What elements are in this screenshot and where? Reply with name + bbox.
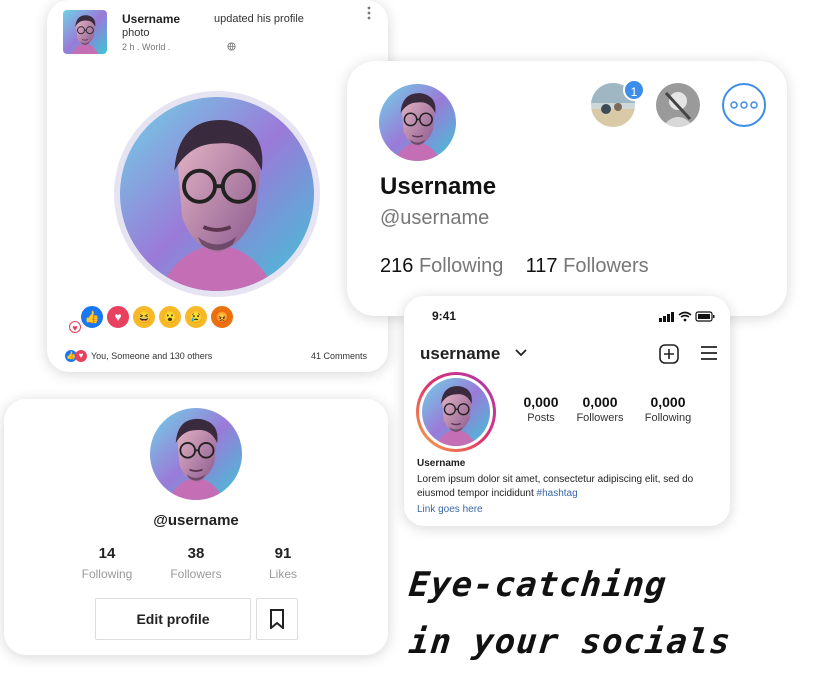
followers-stat[interactable]: 0,000 Followers [565,394,635,424]
facebook-profile-card: Username updated his profile photo 2 h .… [47,0,388,372]
like-reaction-icon[interactable]: 👍 [80,305,104,329]
follower-avatar-2[interactable] [656,83,700,127]
notification-badge: 1 [623,79,645,101]
followers-label: Followers [170,567,222,581]
likes-count: 91 [274,545,292,562]
add-post-icon[interactable] [659,344,679,364]
following-count: 216 [380,255,414,277]
followers-count: 117 [525,255,558,277]
following-label: Following [418,255,504,277]
following-stat[interactable]: 14 Following [62,545,152,581]
post-avatar[interactable] [63,10,107,54]
following-stat[interactable]: 216 Following [380,255,503,277]
more-vertical-icon[interactable] [366,6,374,22]
love-icon: ♥ [75,350,87,362]
edit-profile-button[interactable]: Edit profile [95,598,251,640]
followers-label: Followers [563,255,649,277]
display-name: Username [380,173,497,200]
followers-count: 0,000 [582,394,618,410]
post-meta: 2 h . World . [122,42,171,52]
following-count: 0,000 [650,394,686,410]
status-time: 9:41 [432,309,457,323]
reaction-bar[interactable]: 👍 ♥ 😆 😮 😢 😡 [80,305,236,329]
following-count: 14 [98,545,116,562]
bio-link[interactable]: Link goes here [417,504,483,515]
tagline-line-1: Eye-catching [406,565,669,605]
signal-wifi-battery-icon [659,310,715,322]
avatar[interactable] [150,408,242,500]
post-action-text-2: photo [122,27,150,39]
globe-icon [227,42,236,51]
handle: @username [153,512,239,529]
twitter-profile-card: 1 Username @username 216 Following 117 F… [347,61,787,316]
profile-photo[interactable] [114,91,320,297]
bio-name: Username [417,458,466,469]
tiktok-profile-card: @username 14 Following 38 Followers 91 L… [4,399,388,655]
sad-reaction-icon[interactable]: 😢 [184,305,208,329]
bookmark-icon[interactable] [256,598,298,640]
avatar[interactable] [379,84,456,161]
love-reaction-icon[interactable]: ♥ [106,305,130,329]
likes-stat[interactable]: 91 Likes [238,545,328,581]
followers-stat[interactable]: 38 Followers [151,545,241,581]
wow-reaction-icon[interactable]: 😮 [158,305,182,329]
haha-reaction-icon[interactable]: 😆 [132,305,156,329]
chevron-down-icon[interactable] [515,348,527,358]
followers-count: 38 [187,545,205,562]
following-stat[interactable]: 0,000 Following [633,394,703,424]
more-options-icon[interactable] [722,83,766,127]
follow-stats: 216 Following 117 Followers [380,255,649,278]
comments-count[interactable]: 41 Comments [311,351,367,361]
likes-label: Likes [268,567,297,581]
reaction-summary-icons: 👍 ♥ [65,350,87,362]
handle: @username [380,207,490,229]
reactors-text[interactable]: You, Someone and 130 others [91,351,212,361]
followers-stat[interactable]: 117 Followers [526,255,649,277]
story-ring-avatar[interactable] [416,372,496,452]
bio-hashtag[interactable]: #hashtag [537,488,578,499]
tagline-line-2: in your socials [406,622,734,662]
instagram-profile-card: 9:41 username 0,000 Posts 0,000 Follower… [404,296,730,526]
bio-text: Lorem ipsum dolor sit amet, consectetur … [417,473,717,501]
followers-label: Followers [576,412,624,424]
ig-username[interactable]: username [420,344,500,364]
post-username[interactable]: Username [122,12,180,26]
post-action-text: updated his profile [214,13,304,25]
angry-reaction-icon[interactable]: 😡 [210,305,234,329]
following-label: Following [81,567,133,581]
following-label: Following [644,412,692,424]
menu-icon[interactable] [700,346,718,360]
